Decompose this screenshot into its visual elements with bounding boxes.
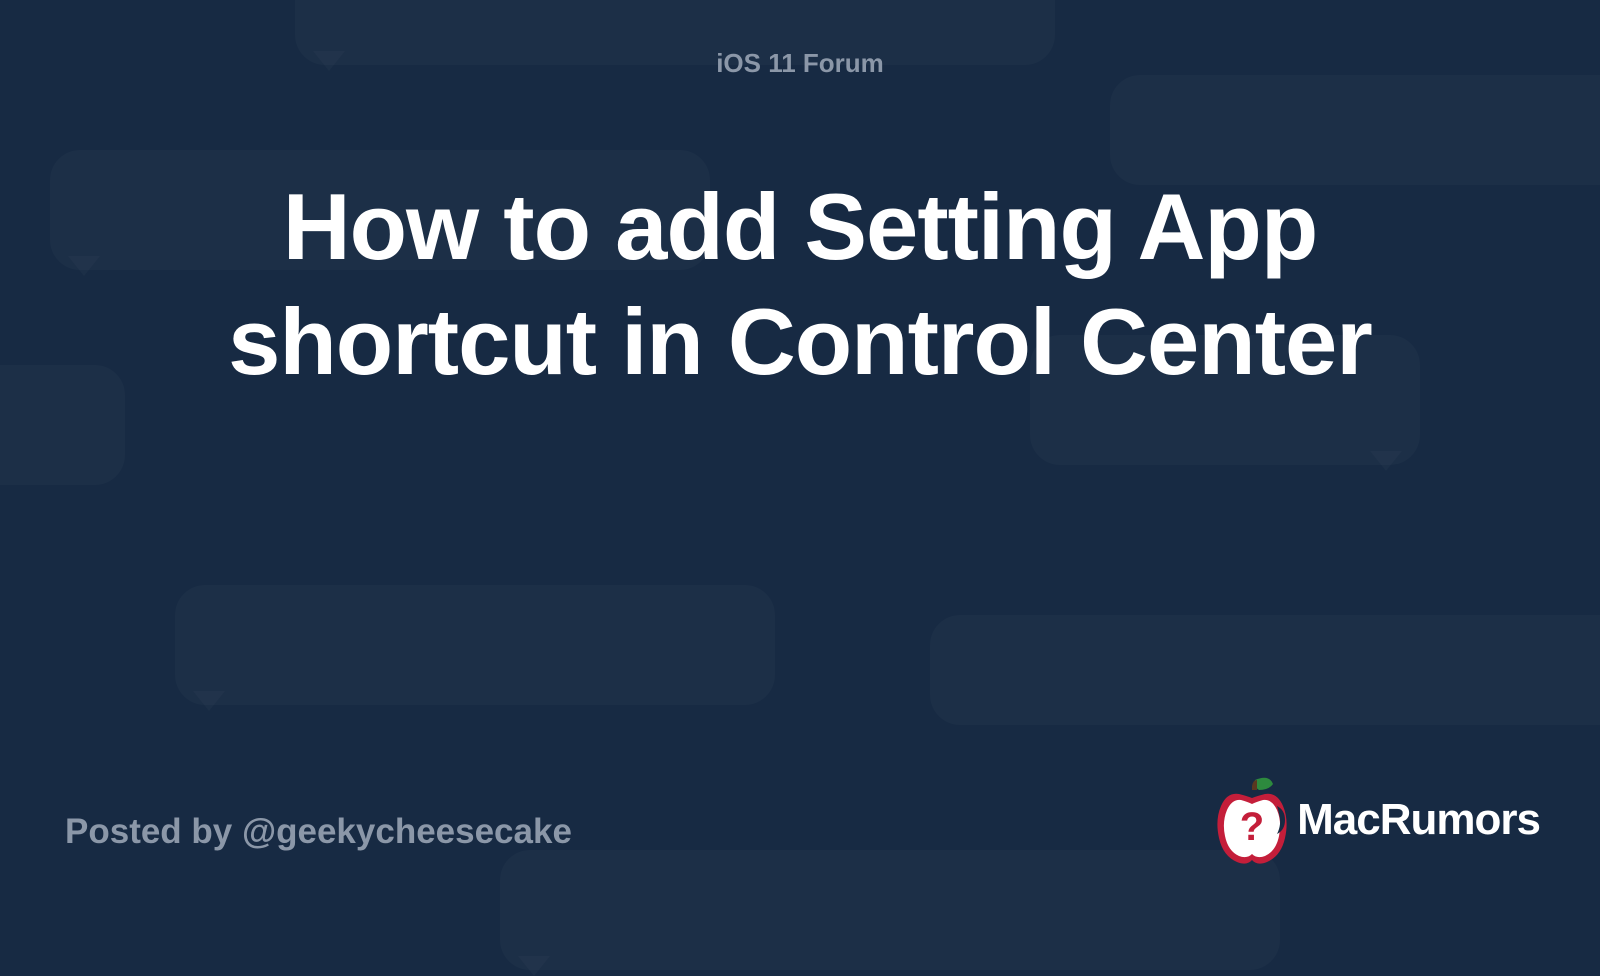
author-byline: Posted by @geekycheesecake	[65, 812, 572, 852]
brand-name: MacRumors	[1297, 795, 1540, 845]
forum-category-label: iOS 11 Forum	[0, 48, 1600, 79]
apple-logo-icon: ?	[1213, 776, 1291, 864]
site-logo: ? MacRumors	[1213, 776, 1540, 864]
thread-title: How to add Setting App shortcut in Contr…	[200, 170, 1400, 399]
svg-text:?: ?	[1240, 805, 1264, 849]
